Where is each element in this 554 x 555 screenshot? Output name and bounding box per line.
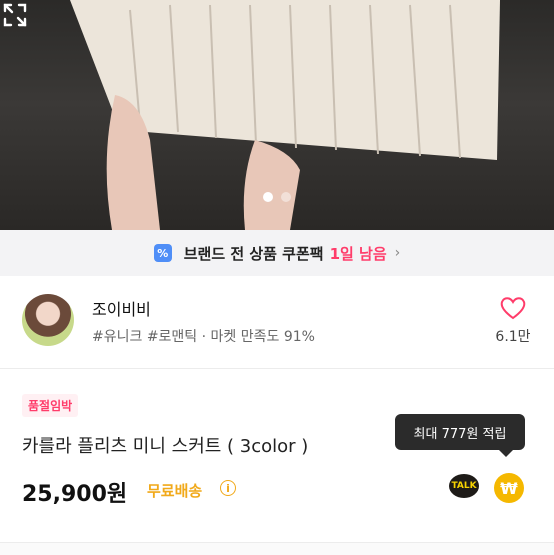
chevron-right-icon: › [394,245,401,261]
reward-tooltip: 최대 777원 적립 [395,414,525,457]
coupon-banner[interactable]: % 브랜드 전 상품 쿠폰팩 1일 남음 › [0,230,554,276]
heart-icon[interactable] [500,296,526,320]
carousel-dot-active[interactable] [263,192,273,202]
coupon-banner-title: 브랜드 전 상품 쿠폰팩 [183,244,324,263]
section-divider [0,542,554,555]
seller-section[interactable]: 조이비비 #유니크 #로맨틱 · 마켓 만족도 91% 6.1만 [0,276,554,369]
seller-name[interactable]: 조이비비 [92,296,151,320]
talk-icon: TALK [449,474,479,498]
coupon-remaining: 1일 남음 [329,244,387,263]
product-image[interactable] [0,0,554,230]
shipping-label: 무료배송 [147,482,203,500]
fullscreen-icon[interactable] [0,0,30,30]
carousel-indicator[interactable] [0,192,554,202]
talk-button[interactable]: TALK [449,474,479,502]
status-badge: 품절임박 [22,394,79,417]
like-count: 6.1만 [495,329,531,345]
carousel-dot[interactable] [281,192,291,202]
product-title: 카를라 플리츠 미니 스커트 ( 3color ) [22,436,309,457]
coupon-icon: % [153,244,172,262]
seller-tags: #유니크 #로맨틱 · 마켓 만족도 91% [92,329,315,345]
product-price: 25,900원 [22,482,128,507]
info-icon[interactable]: i [220,480,236,496]
seller-avatar[interactable] [22,294,74,346]
point-coin-button[interactable]: ₩ [494,473,524,503]
